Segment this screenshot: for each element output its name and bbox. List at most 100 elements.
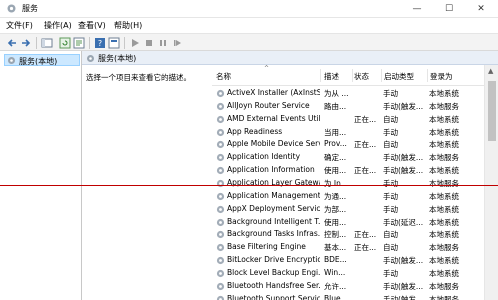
- table-row[interactable]: Background Intelligent T... 使用... 手动(延迟...…: [212, 216, 486, 229]
- service-gear-icon: [216, 205, 225, 213]
- pause-service-icon[interactable]: [157, 37, 169, 49]
- cell-description: 路由...: [324, 101, 347, 111]
- cell-status: 正在...: [354, 243, 377, 253]
- cell-log-on-as: 本地系统: [429, 256, 459, 266]
- cell-name: BitLocker Drive Encryptio...: [227, 255, 320, 265]
- scrollbar-thumb[interactable]: [488, 81, 496, 141]
- table-row[interactable]: ActiveX Installer (AxInstSV) 为从 ... 手动 本地系统: [212, 87, 486, 100]
- cell-description: 为从 ...: [324, 89, 349, 98]
- cell-name: App Readiness: [227, 126, 283, 136]
- service-gear-icon: [216, 89, 225, 98]
- service-gear-icon: [216, 269, 225, 277]
- cell-name: Bluetooth Support Service: [227, 293, 320, 300]
- cell-name: Base Filtering Engine: [227, 242, 306, 252]
- console-tree-icon[interactable]: [41, 37, 53, 49]
- cell-name: Application Management: [227, 190, 320, 200]
- cell-log-on-as: 本地系统: [429, 89, 459, 98]
- cell-log-on-as: 本地系统: [429, 204, 459, 214]
- cell-status: 正在...: [354, 140, 377, 150]
- cell-startup-type: 自动: [383, 140, 398, 150]
- title-bar: 服务 — ☐ ✕: [0, 0, 498, 18]
- table-row[interactable]: Block Level Backup Engi... Win... 手动 本地系统: [212, 267, 486, 280]
- cell-name: AppX Deployment Servic...: [227, 203, 320, 213]
- refresh-icon[interactable]: [59, 37, 71, 49]
- service-gear-icon: [216, 179, 225, 188]
- toolbar-separator: [89, 37, 90, 49]
- column-header-description[interactable]: 描述: [324, 71, 339, 82]
- cell-startup-type: 自动: [383, 114, 398, 124]
- column-divider[interactable]: [381, 69, 382, 82]
- cell-status: 正在...: [354, 166, 377, 176]
- window-title: 服务: [22, 4, 38, 13]
- cell-log-on-as: 本地服务: [429, 281, 459, 291]
- service-gear-icon: [216, 256, 225, 265]
- table-row[interactable]: AMD External Events Utility 正在... 自动 本地系统: [212, 113, 486, 126]
- back-arrow-icon[interactable]: [6, 37, 18, 49]
- forward-arrow-icon[interactable]: [20, 37, 32, 49]
- table-row[interactable]: Application Information 使用... 正在... 手动(触发..…: [212, 164, 486, 177]
- services-gear-icon: [7, 4, 16, 13]
- services-gear-icon: [87, 55, 94, 62]
- maximize-button[interactable]: ☐: [434, 0, 464, 18]
- cell-description: 使用...: [324, 166, 347, 176]
- cell-name: Application Identity: [227, 152, 301, 162]
- table-row[interactable]: AllJoyn Router Service 路由... 手动(触发... 本地服务: [212, 100, 486, 113]
- service-gear-icon: [216, 192, 225, 200]
- export-list-icon[interactable]: [73, 37, 85, 49]
- table-row[interactable]: Application Identity 确定... 手动(触发... 本地服务: [212, 151, 486, 164]
- table-row[interactable]: Bluetooth Handsfree Ser... 允许... 手动(触发... 本…: [212, 280, 486, 293]
- table-row[interactable]: Background Tasks Infras... 控制... 正在... 自动 本地…: [212, 228, 486, 241]
- table-row[interactable]: Base Filtering Engine 基本... 正在... 自动 本地服务: [212, 241, 486, 254]
- stop-service-icon[interactable]: [143, 37, 155, 49]
- help-icon[interactable]: ?: [94, 37, 106, 49]
- cell-name: AllJoyn Router Service: [227, 100, 310, 110]
- cell-name: AMD External Events Utility: [227, 113, 320, 123]
- table-row[interactable]: Bluetooth Support Service Blue... 手动(触发...…: [212, 293, 486, 300]
- menu-file[interactable]: 文件(F): [6, 20, 33, 31]
- column-divider[interactable]: [352, 69, 353, 82]
- menu-view[interactable]: 查看(V): [78, 20, 106, 31]
- cell-log-on-as: 本地系统: [429, 230, 459, 240]
- scroll-up-arrow-icon[interactable]: ▲: [488, 67, 493, 75]
- column-divider[interactable]: [320, 69, 321, 82]
- description-hint: 选择一个项目来查看它的描述。: [86, 73, 191, 82]
- cell-description: 为通...: [324, 191, 347, 201]
- column-header-status[interactable]: 状态: [354, 71, 369, 82]
- table-row[interactable]: Apple Mobile Device Servi... Prov... 正在...…: [212, 138, 486, 151]
- toolbar-separator: [124, 37, 125, 49]
- vertical-scrollbar[interactable]: ▲: [484, 65, 498, 300]
- table-header: ^ 名称 描述 状态 启动类型 登录为: [212, 65, 498, 86]
- table-row[interactable]: App Readiness 当用... 手动 本地系统: [212, 126, 486, 139]
- table-row[interactable]: Application Management 为通... 手动 本地系统: [212, 190, 486, 203]
- cell-startup-type: 自动: [383, 230, 398, 240]
- menu-help[interactable]: 帮助(H): [114, 20, 142, 31]
- cell-description: Prov...: [324, 139, 347, 149]
- restart-service-icon[interactable]: [171, 37, 183, 49]
- start-service-icon[interactable]: [129, 37, 141, 49]
- service-gear-icon: [216, 128, 225, 136]
- column-header-startup-type[interactable]: 启动类型: [384, 71, 414, 82]
- table-row[interactable]: BitLocker Drive Encryptio... BDE... 手动(触发.…: [212, 254, 486, 267]
- cell-description: Blue...: [324, 293, 348, 300]
- cell-startup-type: 手动: [383, 191, 398, 201]
- menu-action[interactable]: 操作(A): [44, 20, 72, 31]
- column-divider[interactable]: [427, 69, 428, 82]
- tree-item-services-local[interactable]: 服务(本地): [4, 54, 80, 66]
- cell-status: 正在...: [354, 114, 377, 124]
- properties-icon[interactable]: [108, 37, 120, 49]
- table-row[interactable]: AppX Deployment Servic... 为部... 手动 本地系统: [212, 203, 486, 216]
- cell-name: Apple Mobile Device Servi...: [227, 139, 320, 149]
- minimize-button[interactable]: —: [402, 0, 432, 18]
- column-header-log-on-as[interactable]: 登录为: [430, 71, 453, 82]
- details-header: 服务(本地): [82, 51, 498, 65]
- service-gear-icon: [216, 282, 225, 290]
- cell-log-on-as: 本地服务: [429, 101, 459, 111]
- cell-description: BDE...: [324, 255, 347, 265]
- tree-item-label: 服务(本地): [19, 57, 58, 66]
- cell-startup-type: 手动: [383, 178, 398, 188]
- cell-log-on-as: 本地服务: [429, 153, 459, 163]
- table-row[interactable]: Application Layer Gatewa...为 In...手动本地服务: [212, 177, 486, 190]
- cell-log-on-as: 本地系统: [429, 114, 459, 124]
- column-header-name[interactable]: 名称: [216, 71, 231, 82]
- close-button[interactable]: ✕: [466, 0, 496, 18]
